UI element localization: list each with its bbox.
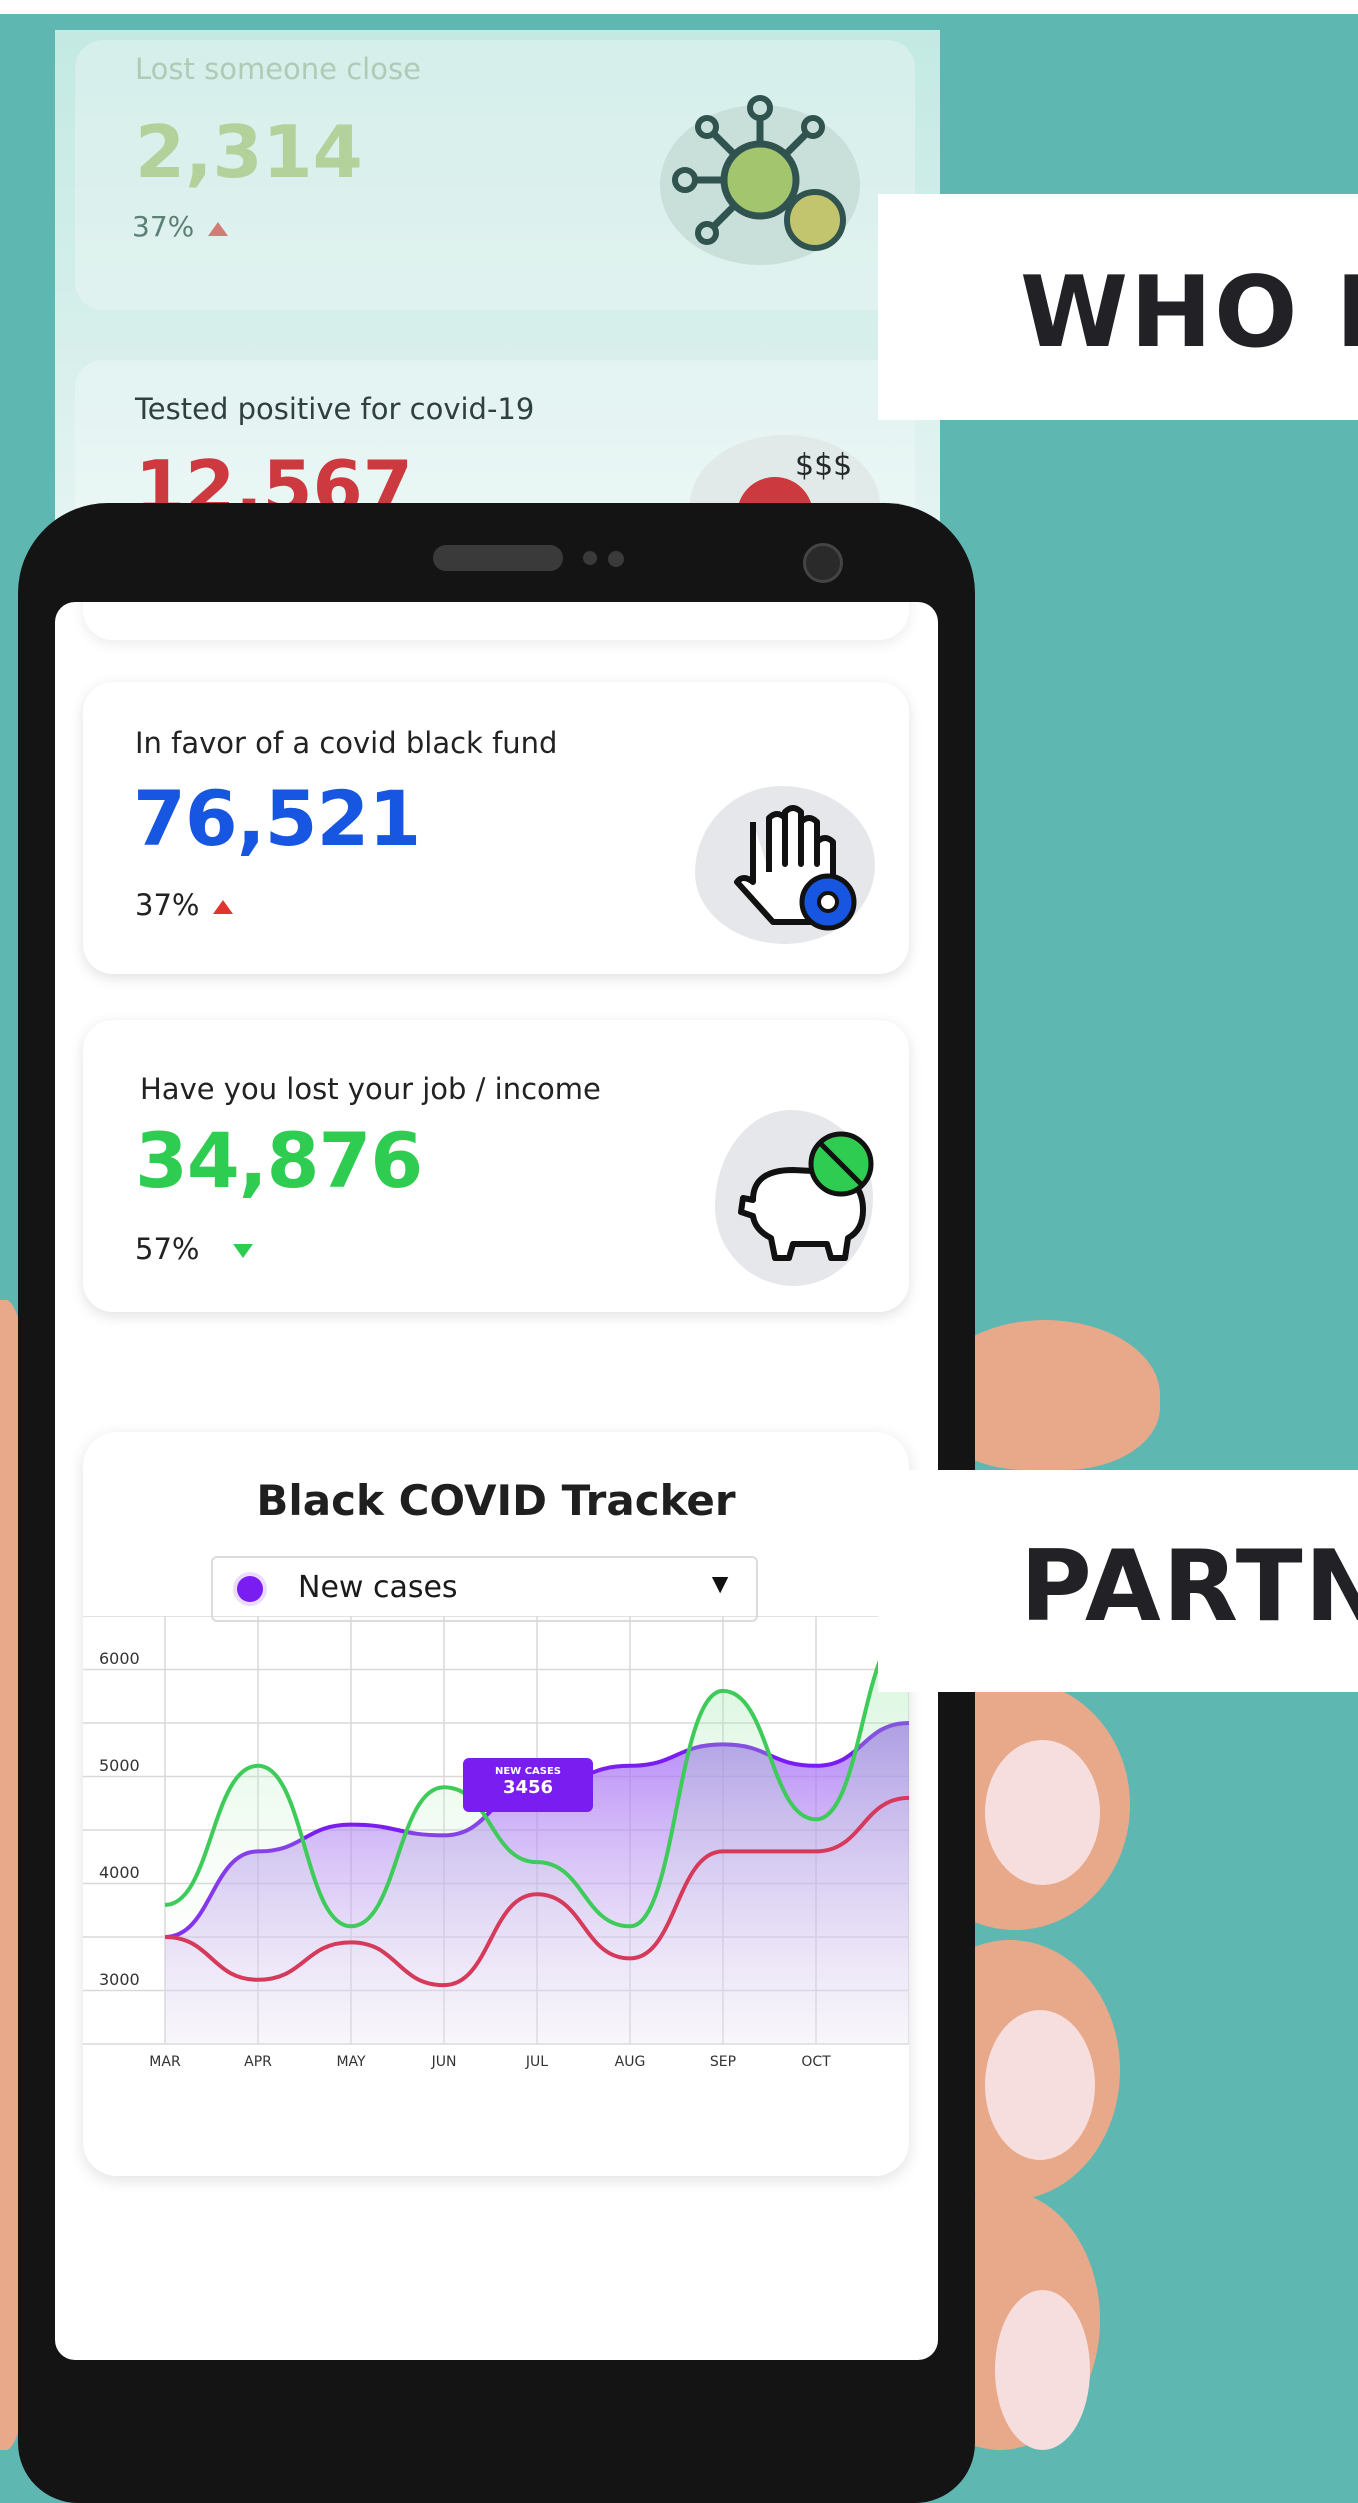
svg-text:$$$: $$$ [795, 448, 852, 483]
faded-card-lost-percent: 37% [132, 210, 195, 243]
phone-screen: In favor of a covid black fund 76,521 37… [55, 602, 938, 2360]
trend-up-icon [213, 900, 233, 914]
tracker-title: Black COVID Tracker [256, 1476, 736, 1525]
x-tick-label: AUG [615, 2054, 646, 2070]
stat-card-job-percent: 57% [135, 1232, 200, 1266]
faded-trend-up-icon [208, 222, 228, 236]
y-tick-label: 3000 [99, 1970, 140, 1989]
chart-tooltip-label: NEW CASES [494, 1766, 562, 1777]
chart-tooltip-value: 3456 [502, 1777, 554, 1798]
x-tick-label: JUL [525, 2054, 548, 2070]
metric-select-value: New cases [298, 1570, 458, 1605]
phone-sensor [583, 551, 597, 565]
fingernail-2 [985, 2010, 1095, 2160]
phone-camera [803, 543, 843, 583]
stat-card-fund[interactable]: In favor of a covid black fund 76,521 37… [83, 682, 909, 974]
stat-card-fund-value: 76,521 [133, 774, 421, 863]
metric-select[interactable]: New cases ▼ [211, 1556, 758, 1622]
stat-card-fund-label: In favor of a covid black fund [135, 726, 558, 760]
x-tick-label: MAR [149, 2054, 181, 2070]
chevron-down-icon: ▼ [706, 1568, 734, 1599]
card-partial-top [83, 602, 909, 640]
banner-top: WHO I [878, 194, 1358, 420]
fingernail-1 [985, 1740, 1100, 1885]
x-tick-label: APR [244, 2054, 272, 2070]
stat-card-job[interactable]: Have you lost your job / income 34,876 5… [83, 1020, 909, 1312]
y-tick-label: 6000 [99, 1649, 140, 1668]
banner-top-text: WHO I [1020, 256, 1358, 370]
x-tick-label: OCT [801, 2054, 831, 2070]
y-tick-label: 5000 [99, 1756, 140, 1775]
banner-middle: PARTN [878, 1470, 1358, 1692]
faded-card-lost-value: 2,314 [135, 110, 363, 194]
tracker-card: Black COVID Tracker New cases ▼ 6000 5000… [83, 1432, 909, 2176]
faded-card-positive-label: Tested positive for covid-19 [135, 392, 535, 426]
y-tick-label: 4000 [99, 1863, 140, 1882]
stat-card-fund-percent: 37% [135, 888, 200, 922]
chart-tooltip: NEW CASES 3456 [463, 1758, 593, 1812]
series-color-dot [237, 1576, 263, 1602]
piggy-bank-icon [723, 1120, 883, 1280]
x-tick-label: SEP [710, 2054, 736, 2070]
top-strip [0, 0, 1358, 14]
stat-card-job-label: Have you lost your job / income [140, 1072, 601, 1106]
phone-speaker [433, 545, 563, 571]
fingernail-3 [995, 2290, 1090, 2450]
x-tick-label: MAY [336, 2054, 366, 2070]
stat-card-job-value: 34,876 [135, 1116, 423, 1205]
hand-gear-icon [713, 782, 873, 942]
tracker-chart: 6000 5000 4000 3000 MAR APR MAY JUN JUL AUG SEP OCT [83, 1616, 909, 2070]
trend-down-icon [233, 1244, 253, 1258]
phone-sensor-2 [608, 551, 624, 567]
banner-middle-text: PARTN [1020, 1530, 1358, 1644]
virus-icon [655, 90, 865, 270]
faded-card-lost-label: Lost someone close [135, 52, 421, 86]
x-tick-label: JUN [431, 2054, 457, 2070]
